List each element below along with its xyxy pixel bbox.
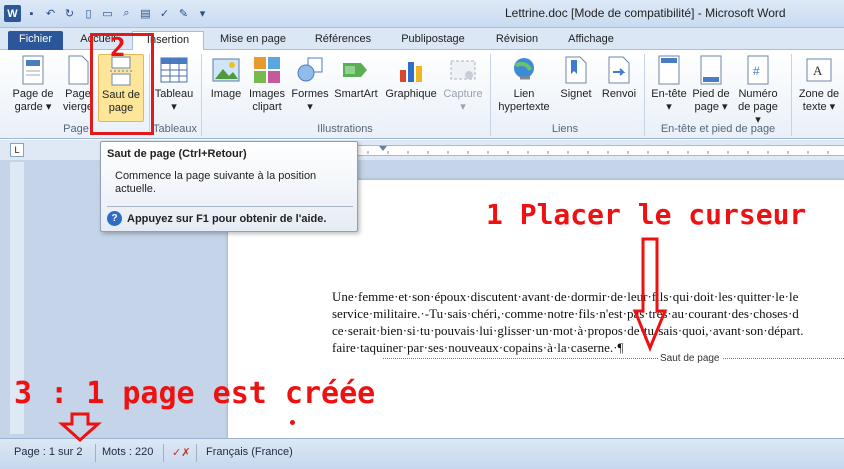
document-line: Une·femme·et·son·époux·discutent·avant·d… [332, 289, 799, 304]
proofing-icon[interactable]: ✓✗ [172, 446, 190, 459]
pied-de-page-button[interactable]: Pied de page ▾ [690, 54, 732, 122]
screenshot-icon [447, 54, 479, 86]
page-break-marker: Saut de page [383, 353, 844, 370]
status-separator [196, 444, 197, 462]
shapes-icon [294, 54, 326, 86]
smartart-button[interactable]: SmartArt [332, 54, 380, 122]
clipart-icon [251, 54, 283, 86]
signet-button[interactable]: Signet [555, 54, 597, 122]
tab-revision[interactable]: Révision [484, 31, 550, 50]
tab-affichage[interactable]: Affichage [558, 31, 624, 50]
annotation-down-arrow-status [58, 412, 102, 442]
text-box-icon: A [803, 54, 835, 86]
annotation-step2: 2 [110, 33, 126, 63]
renvoi-button[interactable]: Renvoi [598, 54, 640, 122]
group-label-en-tete-pied: En-tête et pied de page [660, 123, 776, 135]
language-indicator[interactable]: Français (France) [206, 446, 293, 458]
status-bar: Page : 1 sur 2 Mots : 220 ✓✗ Français (F… [0, 438, 844, 469]
annotation-dot [290, 420, 295, 425]
header-icon [653, 54, 685, 86]
tab-publipostage[interactable]: Publipostage [392, 31, 474, 50]
tab-fichier[interactable]: Fichier [8, 31, 63, 50]
image-button[interactable]: Image [206, 54, 246, 122]
tab-selector-icon[interactable]: L [10, 143, 24, 157]
quick-access-toolbar: W ▪ ↶ ↻ ▯ ▭ ⌕ ▤ ✓ ✎ ▾ [4, 5, 211, 22]
tab-references[interactable]: Références [303, 31, 383, 50]
tab-mise-en-page[interactable]: Mise en page [212, 31, 294, 50]
document-line: ce·serait·bien·si·tu·pouvais·lui·glisser… [332, 323, 804, 338]
customize-toolbar-icon[interactable]: ▾ [194, 5, 211, 22]
svg-text:#: # [753, 64, 760, 78]
page-number-icon: # [742, 54, 774, 86]
zone-de-texte-button[interactable]: A Zone de texte ▾ [795, 54, 843, 122]
save-icon[interactable]: ▪ [23, 5, 40, 22]
tooltip-help: ? Appuyez sur F1 pour obtenir de l'aide. [107, 211, 326, 226]
tableau-button[interactable]: Tableau ▾ [152, 54, 196, 122]
title-bar: W ▪ ↶ ↻ ▯ ▭ ⌕ ▤ ✓ ✎ ▾ Lettrine.doc [Mode… [0, 0, 844, 28]
saut-de-page-tooltip: Saut de page (Ctrl+Retour) Commence la p… [100, 141, 358, 232]
picture-icon [210, 54, 242, 86]
group-label-illustrations: Illustrations [317, 123, 373, 135]
chart-icon [395, 54, 427, 86]
ribbon-separator [490, 54, 491, 136]
numero-de-page-button[interactable]: # Numéro de page ▾ [734, 54, 782, 126]
ribbon-separator [201, 54, 202, 136]
document-body[interactable]: Une·femme·et·son·époux·discutent·avant·d… [332, 288, 844, 356]
tooltip-title: Saut de page (Ctrl+Retour) [107, 148, 247, 160]
footer-icon [695, 54, 727, 86]
ribbon-separator [791, 54, 792, 136]
tooltip-divider [107, 206, 353, 207]
graphique-button[interactable]: Graphique [381, 54, 441, 122]
status-separator [163, 444, 164, 462]
window-title: Lettrine.doc [Mode de compatibilité] - M… [505, 6, 786, 20]
ribbon-separator [644, 54, 645, 136]
word-count[interactable]: Mots : 220 [102, 446, 153, 458]
page-count[interactable]: Page : 1 sur 2 [14, 446, 83, 458]
document-line: service·militaire.·-Tu·sais·chéri,·comme… [332, 306, 799, 321]
print-preview-icon[interactable]: ⌕ [118, 5, 135, 22]
images-clipart-button[interactable]: Images clipart [246, 54, 288, 122]
lien-hypertexte-button[interactable]: Lien hypertexte [494, 54, 554, 122]
word-logo-icon[interactable]: W [4, 5, 21, 22]
print-icon[interactable]: ▤ [137, 5, 154, 22]
table-icon [158, 54, 190, 86]
spelling-icon[interactable]: ✓ [156, 5, 173, 22]
group-label-liens: Liens [551, 123, 579, 135]
annotation-step3: 3 : 1 page est créée [14, 376, 376, 411]
formes-button[interactable]: Formes ▾ [289, 54, 331, 122]
en-tete-button[interactable]: En-tête ▾ [648, 54, 690, 122]
group-label-tableaux: Tableaux [152, 123, 198, 135]
smartart-icon [340, 54, 372, 86]
svg-text:A: A [813, 63, 823, 78]
bookmark-icon [560, 54, 592, 86]
tooltip-help-text: Appuyez sur F1 pour obtenir de l'aide. [127, 212, 327, 225]
hyperlink-icon [508, 54, 540, 86]
page-de-garde-button[interactable]: Page de garde ▾ [6, 54, 60, 122]
cover-page-icon [17, 54, 49, 86]
open-icon[interactable]: ▭ [99, 5, 116, 22]
capture-button[interactable]: Capture ▾ [441, 54, 485, 122]
annotation-step1: 1 Placer le curseur [486, 198, 807, 231]
annotation-down-arrow-cursor [632, 237, 668, 352]
cross-reference-icon [603, 54, 635, 86]
format-painter-icon[interactable]: ✎ [175, 5, 192, 22]
group-label-page: Page [63, 123, 89, 135]
status-separator [95, 444, 96, 462]
redo-icon[interactable]: ↻ [61, 5, 78, 22]
new-document-icon[interactable]: ▯ [80, 5, 97, 22]
document-line: faire·taquiner·par·ses·nouveaux·copains·… [332, 340, 624, 355]
tooltip-description: Commence la page suivante à la position … [115, 170, 317, 195]
undo-icon[interactable]: ↶ [42, 5, 59, 22]
help-icon: ? [107, 211, 122, 226]
